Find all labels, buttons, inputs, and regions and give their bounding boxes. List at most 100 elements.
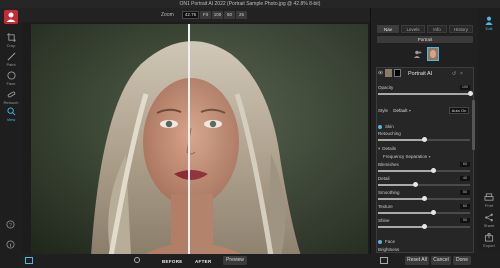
style-dropdown[interactable]: Default: [393, 108, 407, 113]
details-section[interactable]: ▾ Details: [378, 146, 472, 152]
panel-scrollbar[interactable]: [472, 100, 475, 150]
slider-value[interactable]: 40: [460, 176, 470, 181]
panel-tabs: Nav Levels Info History: [377, 25, 473, 33]
tool-crop[interactable]: Crop: [0, 33, 22, 48]
export-icon: [484, 233, 494, 242]
window-title: ON1 Portrait AI 2022 (Portrait Sample Ph…: [179, 1, 321, 7]
slider-value[interactable]: 60: [460, 162, 470, 167]
slider-row: Detail 40: [378, 176, 472, 181]
zoom-100-button[interactable]: 100: [212, 11, 223, 19]
tab-info[interactable]: Info: [427, 25, 447, 33]
layer-thumb: [385, 69, 392, 77]
preview-button[interactable]: Preview: [223, 256, 247, 265]
chevron-down-icon: ▾: [378, 146, 381, 151]
face-section-label: Face: [385, 239, 396, 244]
slider-label: Detail: [378, 176, 390, 181]
retouching-row: Retouching: [378, 131, 472, 136]
details-label: Details: [382, 146, 397, 151]
opacity-row: Opacity 100: [378, 85, 472, 90]
freq-sep-label: Frequency Separation: [383, 154, 428, 159]
module-edit[interactable]: Edit: [478, 16, 500, 31]
opacity-slider[interactable]: [378, 91, 473, 96]
retouching-slider[interactable]: [378, 137, 470, 142]
slider-value[interactable]: 50: [460, 218, 470, 223]
shine-slider[interactable]: [378, 224, 470, 229]
view-icon: [6, 107, 15, 116]
tool-retouch[interactable]: Retouch: [0, 90, 22, 105]
tab-levels[interactable]: Levels: [401, 25, 425, 33]
before-label: BEFORE: [162, 259, 183, 264]
after-overlay: [188, 24, 368, 256]
slider-value[interactable]: 60: [460, 204, 470, 209]
zoom-input[interactable]: 42.76: [182, 11, 199, 19]
style-label: Style: [378, 108, 389, 113]
opacity-value[interactable]: 100: [460, 85, 470, 90]
brush-icon: [7, 52, 15, 61]
slider-label: Blemishes: [378, 162, 399, 167]
panel-title: Portrait AI: [408, 71, 433, 77]
module-label: Export: [483, 243, 495, 248]
single-view-icon[interactable]: [25, 257, 33, 264]
zoom-50-button[interactable]: 50: [224, 11, 235, 19]
panel-reset-icon[interactable]: ↺: [452, 71, 456, 77]
portrait-mode-button[interactable]: Portrait: [377, 36, 473, 43]
auto-on-button[interactable]: Auto On: [449, 107, 469, 114]
module-share[interactable]: Share: [478, 213, 500, 228]
smoothing-slider[interactable]: [378, 196, 470, 201]
brightness-row: Brightness: [378, 247, 472, 252]
person-icon: [485, 16, 493, 25]
detail-slider[interactable]: [378, 182, 470, 187]
done-button[interactable]: Done: [453, 256, 471, 265]
brightness-label: Brightness: [378, 247, 400, 252]
panel-toggle-icon[interactable]: [380, 257, 388, 264]
tab-history[interactable]: History: [449, 25, 473, 33]
module-print[interactable]: Print: [478, 193, 500, 208]
slider-row: Blemishes 60: [378, 162, 472, 167]
face-icon: [6, 71, 16, 80]
module-export[interactable]: Export: [478, 233, 500, 248]
after-label: AFTER: [195, 259, 212, 264]
retouching-label: Retouching: [378, 131, 401, 136]
slider-row: Texture 60: [378, 204, 472, 209]
slider-value[interactable]: 50: [460, 190, 470, 195]
skin-section-label: Skin: [385, 124, 394, 129]
tab-nav[interactable]: Nav: [377, 25, 399, 33]
tool-view[interactable]: View: [0, 107, 22, 122]
tool-label: Face: [6, 81, 16, 86]
eye-icon[interactable]: [378, 70, 383, 75]
panel-close-icon[interactable]: ×: [460, 71, 463, 77]
enabled-dot-icon: [378, 239, 382, 244]
info-icon[interactable]: [6, 240, 15, 249]
freq-sep-row[interactable]: Frequency Separation ▾: [383, 154, 477, 159]
compare-mode-icon[interactable]: [134, 257, 140, 263]
app-logo: [4, 10, 18, 24]
face-section[interactable]: Face: [378, 239, 472, 244]
zoom-fit-button[interactable]: Fit: [200, 11, 211, 19]
face-thumbnail[interactable]: [427, 47, 439, 61]
slider-label: Texture: [378, 204, 393, 209]
add-face-icon[interactable]: [414, 50, 422, 58]
tool-label: Paint: [6, 62, 16, 67]
svg-text:?: ?: [9, 223, 12, 229]
before-after-divider[interactable]: [188, 24, 190, 256]
tool-label: View: [6, 117, 16, 122]
skin-section[interactable]: Skin: [378, 124, 472, 129]
mask-thumb: [394, 69, 401, 77]
tool-paint[interactable]: Paint: [0, 52, 22, 67]
blemishes-slider[interactable]: [378, 168, 470, 173]
help-icon[interactable]: ?: [6, 220, 15, 229]
title-bar: ON1 Portrait AI 2022 (Portrait Sample Ph…: [0, 0, 500, 8]
opacity-label: Opacity: [378, 85, 394, 90]
reset-all-button[interactable]: Reset All: [405, 256, 429, 265]
enabled-dot-icon: [378, 124, 382, 129]
cancel-button[interactable]: Cancel: [431, 256, 451, 265]
slider-row: Smoothing 50: [378, 190, 472, 195]
slider-label: Smoothing: [378, 190, 400, 195]
tool-face[interactable]: Face: [0, 71, 22, 86]
module-label: Share: [483, 223, 495, 228]
zoom-label: Zoom: [161, 12, 174, 18]
bandage-icon: [7, 91, 15, 98]
tool-label: Crop: [6, 43, 16, 48]
zoom-25-button[interactable]: 25: [236, 11, 247, 19]
texture-slider[interactable]: [378, 210, 470, 215]
